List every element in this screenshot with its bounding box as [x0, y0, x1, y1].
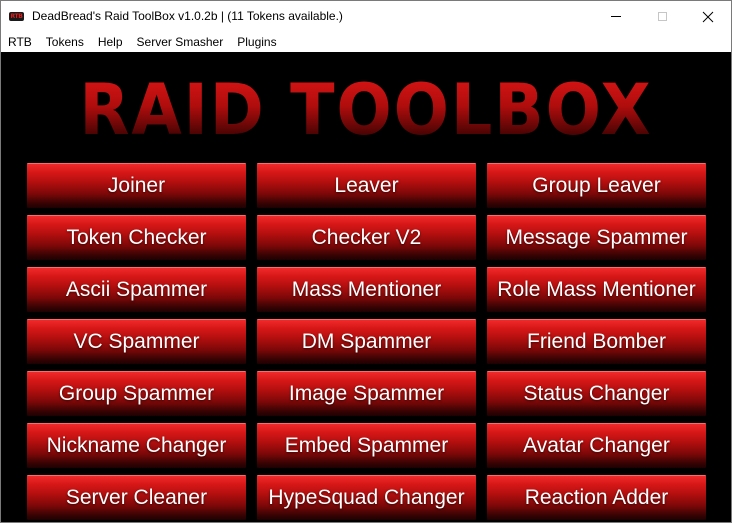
button-label: Role Mass Mentioner	[497, 278, 696, 301]
friend-bomber-button[interactable]: Friend Bomber	[487, 319, 706, 364]
tool-button-grid: Joiner Leaver Group Leaver Token Checker…	[27, 163, 706, 520]
main-panel: RAID TOOLBOX Joiner Leaver Group Leaver …	[1, 52, 731, 522]
role-mass-mentioner-button[interactable]: Role Mass Mentioner	[487, 267, 706, 312]
window-title: DeadBread's Raid ToolBox v1.0.2b | (11 T…	[32, 9, 343, 23]
menu-bar: RTB Tokens Help Server Smasher Plugins	[1, 32, 731, 52]
button-label: Embed Spammer	[284, 434, 449, 457]
leaver-button[interactable]: Leaver	[257, 163, 476, 208]
raid-toolbox-logo: RAID TOOLBOX	[27, 70, 706, 150]
button-label: Message Spammer	[505, 226, 688, 249]
app-window: RTB DeadBread's Raid ToolBox v1.0.2b | (…	[0, 0, 732, 523]
menu-server-smasher[interactable]: Server Smasher	[130, 32, 231, 52]
title-bar[interactable]: RTB DeadBread's Raid ToolBox v1.0.2b | (…	[1, 1, 731, 32]
group-spammer-button[interactable]: Group Spammer	[27, 371, 246, 416]
button-label: DM Spammer	[301, 330, 432, 353]
button-label: Avatar Changer	[523, 434, 670, 457]
maximize-icon	[657, 12, 667, 21]
button-label: Group Leaver	[532, 174, 661, 197]
button-label: Friend Bomber	[527, 330, 666, 353]
embed-spammer-button[interactable]: Embed Spammer	[257, 423, 476, 468]
button-label: Reaction Adder	[524, 486, 669, 509]
rtb-app-icon[interactable]: RTB	[9, 12, 24, 21]
token-checker-button[interactable]: Token Checker	[27, 215, 246, 260]
close-button[interactable]	[685, 1, 731, 32]
nickname-changer-button[interactable]: Nickname Changer	[27, 423, 246, 468]
menu-tokens[interactable]: Tokens	[39, 32, 91, 52]
button-label: Token Checker	[66, 226, 207, 249]
dm-spammer-button[interactable]: DM Spammer	[257, 319, 476, 364]
close-icon	[702, 11, 714, 22]
button-label: Joiner	[107, 174, 166, 197]
checker-v2-button[interactable]: Checker V2	[257, 215, 476, 260]
button-label: Status Changer	[523, 382, 670, 405]
menu-plugins[interactable]: Plugins	[230, 32, 283, 52]
button-label: Group Spammer	[58, 382, 215, 405]
group-leaver-button[interactable]: Group Leaver	[487, 163, 706, 208]
button-label: Server Cleaner	[65, 486, 208, 509]
button-label: HypeSquad Changer	[268, 486, 465, 509]
avatar-changer-button[interactable]: Avatar Changer	[487, 423, 706, 468]
minimize-icon	[611, 16, 621, 17]
app-icon-label: RTB	[10, 13, 23, 20]
joiner-button[interactable]: Joiner	[27, 163, 246, 208]
ascii-spammer-button[interactable]: Ascii Spammer	[27, 267, 246, 312]
button-label: Mass Mentioner	[291, 278, 442, 301]
image-spammer-button[interactable]: Image Spammer	[257, 371, 476, 416]
button-label: Checker V2	[311, 226, 422, 249]
menu-help[interactable]: Help	[91, 32, 130, 52]
button-label: Image Spammer	[288, 382, 445, 405]
status-changer-button[interactable]: Status Changer	[487, 371, 706, 416]
hypesquad-changer-button[interactable]: HypeSquad Changer	[257, 475, 476, 520]
button-label: Nickname Changer	[46, 434, 227, 457]
mass-mentioner-button[interactable]: Mass Mentioner	[257, 267, 476, 312]
reaction-adder-button[interactable]: Reaction Adder	[487, 475, 706, 520]
server-cleaner-button[interactable]: Server Cleaner	[27, 475, 246, 520]
menu-rtb[interactable]: RTB	[1, 32, 39, 52]
button-label: VC Spammer	[73, 330, 200, 353]
button-label: Leaver	[334, 174, 399, 197]
vc-spammer-button[interactable]: VC Spammer	[27, 319, 246, 364]
button-label: Ascii Spammer	[65, 278, 208, 301]
message-spammer-button[interactable]: Message Spammer	[487, 215, 706, 260]
minimize-button[interactable]	[593, 1, 639, 32]
maximize-button[interactable]	[639, 1, 685, 32]
